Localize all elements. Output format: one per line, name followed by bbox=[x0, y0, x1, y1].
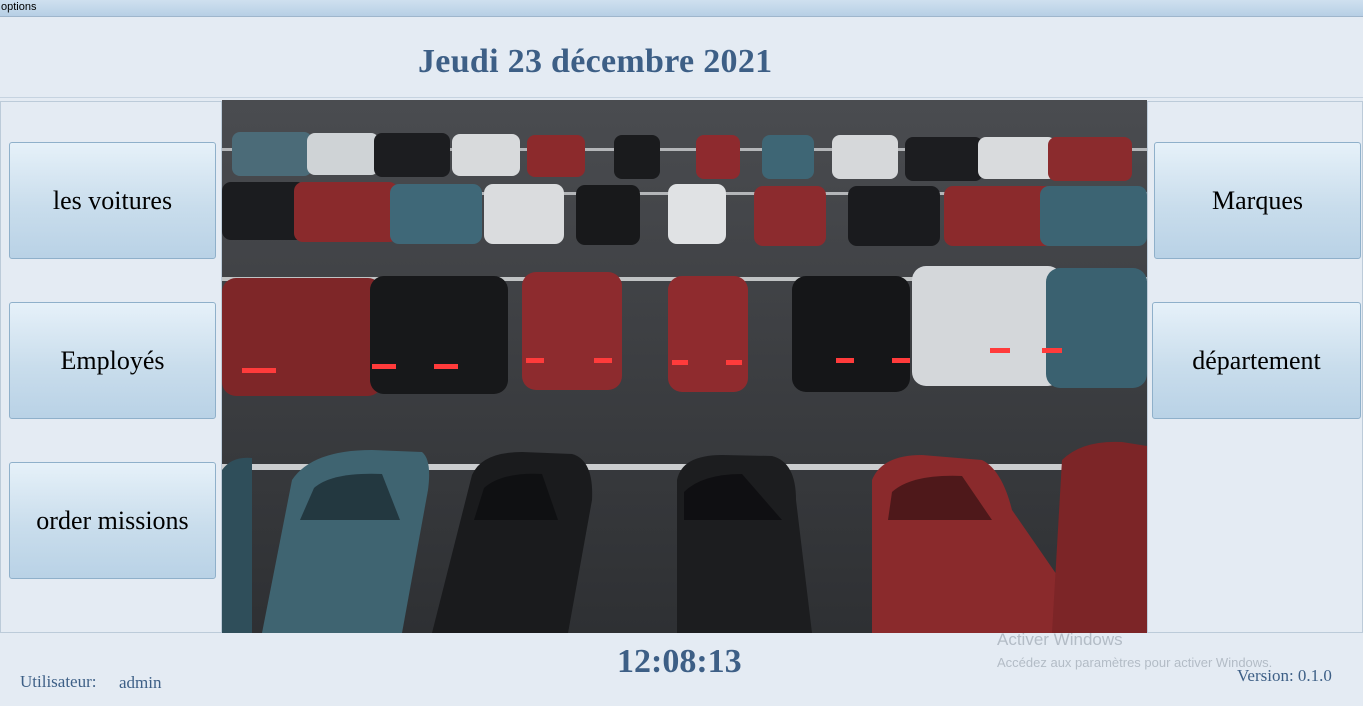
date-label: Jeudi 23 décembre 2021 bbox=[418, 43, 773, 80]
user-label: Utilisateur: bbox=[20, 672, 97, 691]
brands-button[interactable]: Marques bbox=[1154, 142, 1361, 259]
parking-lot-illustration bbox=[222, 100, 1147, 633]
parking-lot-image bbox=[222, 100, 1147, 633]
clock-label: 12:08:13 bbox=[617, 643, 742, 680]
menu-options[interactable]: options bbox=[1, 1, 36, 14]
header-panel: Jeudi 23 décembre 2021 bbox=[0, 17, 1363, 98]
user-name: admin bbox=[119, 673, 162, 692]
cars-button[interactable]: les voitures bbox=[9, 142, 216, 259]
department-button[interactable]: département bbox=[1152, 302, 1361, 419]
order-missions-button[interactable]: order missions bbox=[9, 462, 216, 579]
left-button-panel: les voitures Employés order missions bbox=[0, 101, 222, 633]
version-label: Version: 0.1.0 bbox=[1237, 666, 1332, 685]
right-button-panel: Marques département bbox=[1147, 101, 1363, 633]
windows-activation-subtitle: Accédez aux paramètres pour activer Wind… bbox=[997, 655, 1273, 670]
menu-bar: options bbox=[0, 0, 1363, 17]
windows-activation-title: Activer Windows bbox=[997, 630, 1123, 649]
employees-button[interactable]: Employés bbox=[9, 302, 216, 419]
